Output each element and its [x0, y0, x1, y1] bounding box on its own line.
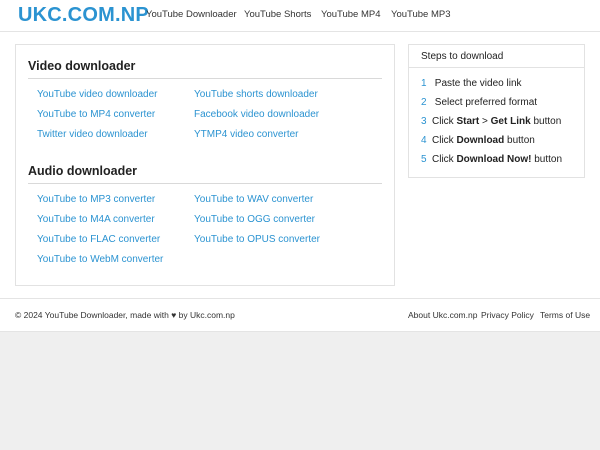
- footer-link-about[interactable]: About Ukc.com.np: [408, 310, 477, 320]
- link-youtube-to-ogg[interactable]: YouTube to OGG converter: [194, 214, 315, 225]
- nav-youtube-shorts[interactable]: YouTube Shorts: [244, 9, 311, 20]
- step-4: 4 Click Download button: [421, 135, 535, 146]
- nav-youtube-mp4[interactable]: YouTube MP4: [321, 9, 381, 20]
- steps-card-header: Steps to download: [409, 45, 584, 68]
- step-text: Click: [432, 154, 457, 165]
- step-text: Click: [432, 135, 457, 146]
- step-text: Select preferred format: [434, 97, 538, 108]
- step-number: 4: [421, 135, 427, 146]
- nav-youtube-mp3[interactable]: YouTube MP3: [391, 9, 451, 20]
- step-2: 2 Select preferred format: [421, 97, 537, 108]
- link-ytmp4-video-converter[interactable]: YTMP4 video converter: [194, 129, 299, 140]
- copyright-text: © 2024 YouTube Downloader, made with ♥ b…: [15, 310, 235, 320]
- link-youtube-video-downloader[interactable]: YouTube video downloader: [37, 89, 157, 100]
- video-section-divider: [28, 78, 382, 79]
- step-text: Paste the video link: [434, 78, 522, 89]
- steps-card: Steps to download 1 Paste the video link…: [408, 44, 585, 178]
- step-text-tail: button: [504, 135, 535, 146]
- step-keyword-get-link: Get Link: [490, 116, 531, 127]
- step-text-tail: button: [530, 116, 562, 127]
- audio-section-divider: [28, 183, 382, 184]
- top-navbar: UKC.COM.NP YouTube Downloader YouTube Sh…: [0, 0, 600, 32]
- step-keyword-download-now: Download Now!: [456, 154, 532, 165]
- site-logo[interactable]: UKC.COM.NP: [18, 4, 149, 26]
- link-youtube-to-m4a[interactable]: YouTube to M4A converter: [37, 214, 155, 225]
- nav-youtube-downloader[interactable]: YouTube Downloader: [146, 9, 237, 20]
- link-youtube-to-mp3[interactable]: YouTube to MP3 converter: [37, 194, 155, 205]
- step-number: 1: [421, 78, 427, 89]
- footer-link-terms[interactable]: Terms of Use: [540, 310, 590, 320]
- link-youtube-to-wav[interactable]: YouTube to WAV converter: [194, 194, 313, 205]
- step-keyword-download: Download: [456, 135, 505, 146]
- step-number: 2: [421, 97, 427, 108]
- link-youtube-to-flac[interactable]: YouTube to FLAC converter: [37, 234, 160, 245]
- footer-link-privacy[interactable]: Privacy Policy: [481, 310, 534, 320]
- audio-section-title: Audio downloader: [28, 164, 138, 178]
- step-number: 5: [421, 154, 427, 165]
- link-youtube-to-opus[interactable]: YouTube to OPUS converter: [194, 234, 320, 245]
- content-area: Video downloader YouTube video downloade…: [0, 32, 600, 298]
- video-section-title: Video downloader: [28, 59, 136, 73]
- link-youtube-shorts-downloader[interactable]: YouTube shorts downloader: [194, 89, 318, 100]
- step-text-tail: button: [531, 154, 563, 165]
- steps-title: Steps to download: [421, 51, 504, 62]
- link-facebook-video-downloader[interactable]: Facebook video downloader: [194, 109, 319, 120]
- link-twitter-video-downloader[interactable]: Twitter video downloader: [37, 129, 148, 140]
- step-keyword-start: Start: [456, 116, 480, 127]
- downloader-links-card: Video downloader YouTube video downloade…: [15, 44, 395, 286]
- step-text: Click: [432, 116, 457, 127]
- step-separator: >: [479, 116, 491, 127]
- step-number: 3: [421, 116, 427, 127]
- link-youtube-to-mp4[interactable]: YouTube to MP4 converter: [37, 109, 155, 120]
- link-youtube-to-webm[interactable]: YouTube to WebM converter: [37, 254, 163, 265]
- step-3: 3 Click Start > Get Link button: [421, 116, 561, 127]
- step-1: 1 Paste the video link: [421, 78, 522, 89]
- site-footer: © 2024 YouTube Downloader, made with ♥ b…: [0, 298, 600, 332]
- step-5: 5 Click Download Now! button: [421, 154, 562, 165]
